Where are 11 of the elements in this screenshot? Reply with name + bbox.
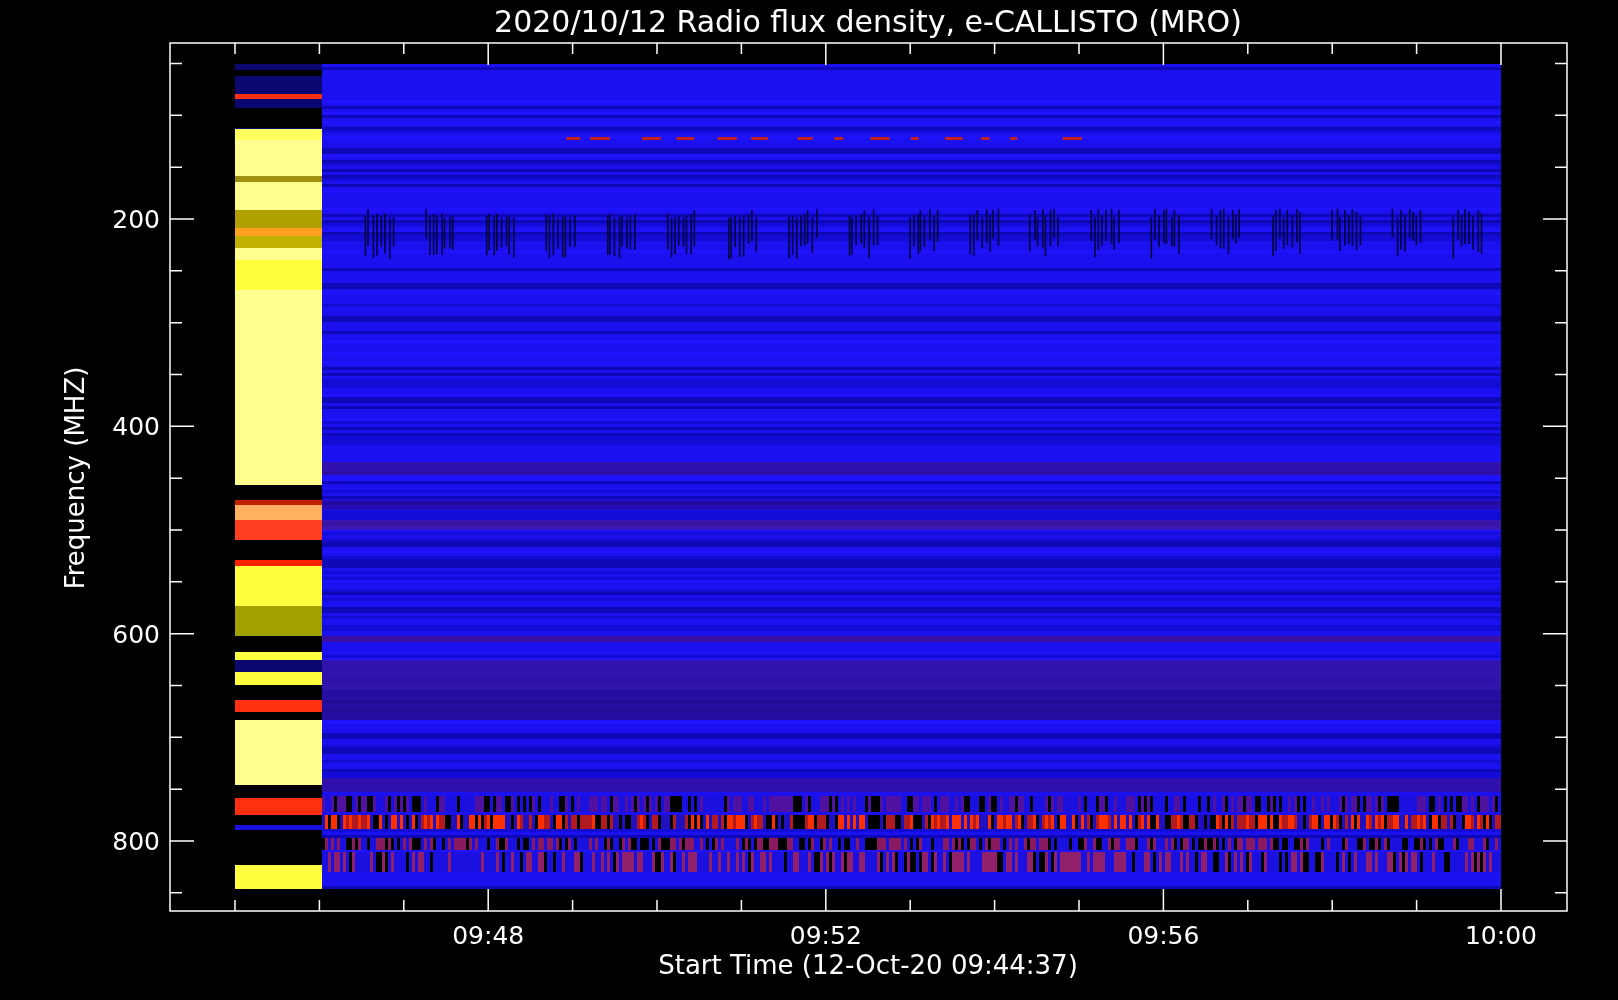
x-tick-label: 09:56	[1127, 921, 1200, 950]
chart-title: 2020/10/12 Radio flux density, e-CALLISTO (MRO)	[494, 4, 1242, 39]
y-tick-label: 800	[112, 827, 160, 856]
x-tick-label: 09:48	[452, 921, 525, 950]
y-tick-label: 600	[112, 619, 160, 649]
x-tick-label: 09:52	[789, 921, 862, 950]
x-tick-label: 10:00	[1465, 921, 1537, 950]
x-axis-label: Start Time (12-Oct-20 09:44:37)	[658, 950, 1078, 980]
y-tick-label: 400	[112, 412, 160, 442]
y-axis-label: Frequency (MHZ)	[60, 366, 90, 590]
y-tick-label: 200	[112, 205, 160, 234]
